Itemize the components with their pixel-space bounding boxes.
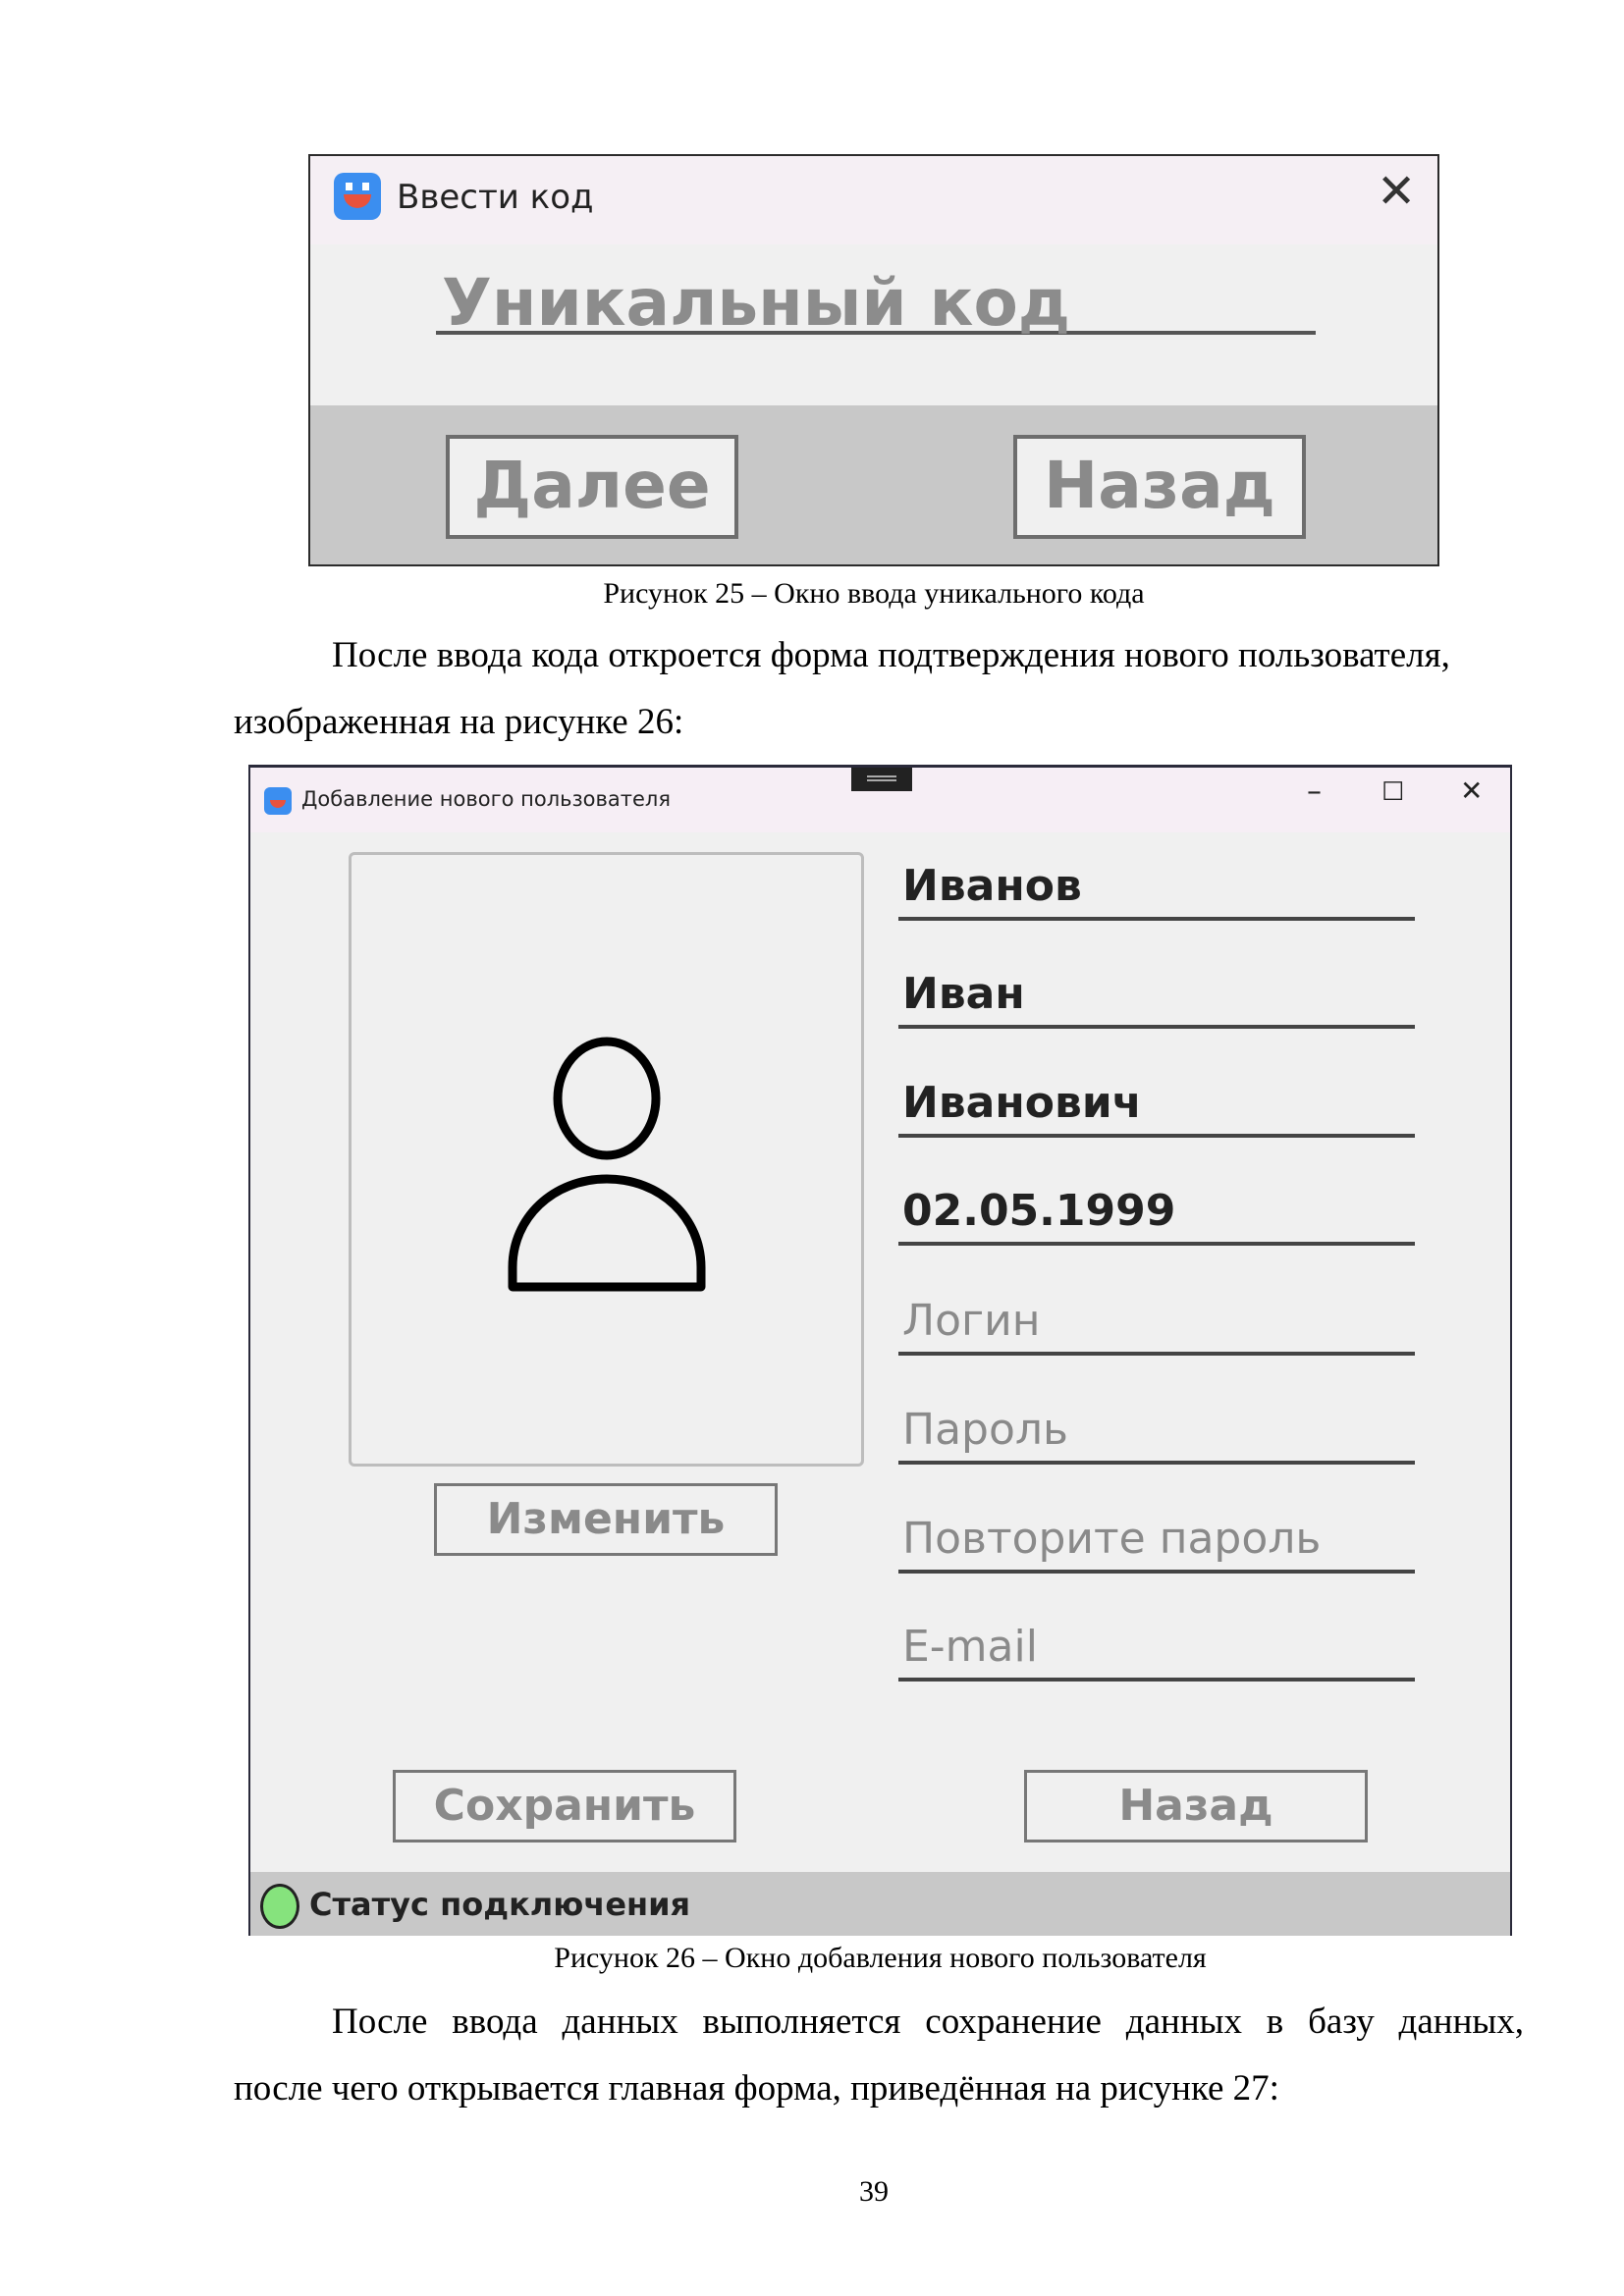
status-bar: Статус подключения (250, 1872, 1510, 1936)
close-icon[interactable]: ✕ (1377, 168, 1416, 215)
change-photo-button[interactable]: Изменить (434, 1483, 778, 1556)
paragraph-1-line-2: изображенная на рисунке 26: (234, 702, 684, 742)
add-user-window: Добавление нового пользователя – ☐ ✕ Ива… (248, 765, 1512, 1936)
birthdate-field[interactable]: 02.05.1999 (898, 1181, 1415, 1246)
paragraph-2-line-2: после чего открывается главная форма, пр… (234, 2068, 1279, 2109)
user-icon (508, 1037, 706, 1292)
photo-frame (349, 852, 864, 1467)
app-icon (334, 173, 381, 220)
paragraph-1-line-1: После ввода кода откроется форма подтвер… (332, 635, 1450, 675)
close-icon[interactable]: ✕ (1460, 777, 1483, 805)
save-button[interactable]: Сохранить (393, 1770, 736, 1842)
drag-handle[interactable] (851, 768, 912, 791)
email-field[interactable]: E-mail (898, 1617, 1415, 1682)
login-field[interactable]: Логин (898, 1291, 1415, 1356)
maximize-icon[interactable]: ☐ (1381, 779, 1404, 805)
title-bar: Ввести код ✕ (310, 156, 1437, 244)
paragraph-2-line-1: После ввода данных выполняется сохранени… (332, 2002, 1524, 2042)
unique-code-input[interactable]: Уникальный код (436, 271, 1316, 336)
name-field[interactable]: Иван (898, 964, 1415, 1029)
figure-25-caption: Рисунок 25 – Окно ввода уникального кода (603, 577, 1145, 610)
page-number: 39 (859, 2175, 889, 2208)
repeat-password-field[interactable]: Повторите пароль (898, 1509, 1415, 1574)
patronymic-field[interactable]: Иванович (898, 1073, 1415, 1138)
window-title: Ввести код (397, 178, 594, 217)
figure-26-caption: Рисунок 26 – Окно добавления нового поль… (554, 1942, 1207, 1974)
surname-field[interactable]: Иванов (898, 856, 1415, 921)
title-bar: Добавление нового пользователя – ☐ ✕ (250, 768, 1510, 832)
password-field[interactable]: Пароль (898, 1400, 1415, 1465)
back-button[interactable]: Назад (1024, 1770, 1368, 1842)
minimize-icon[interactable]: – (1307, 777, 1322, 807)
connection-status-indicator (260, 1884, 299, 1929)
app-icon (264, 787, 292, 815)
enter-code-window: Ввести код ✕ Уникальный код Далее Назад (308, 154, 1439, 566)
back-button[interactable]: Назад (1013, 435, 1306, 539)
window-title: Добавление нового пользователя (301, 787, 671, 811)
next-button[interactable]: Далее (446, 435, 738, 539)
connection-status-label: Статус подключения (309, 1886, 691, 1923)
